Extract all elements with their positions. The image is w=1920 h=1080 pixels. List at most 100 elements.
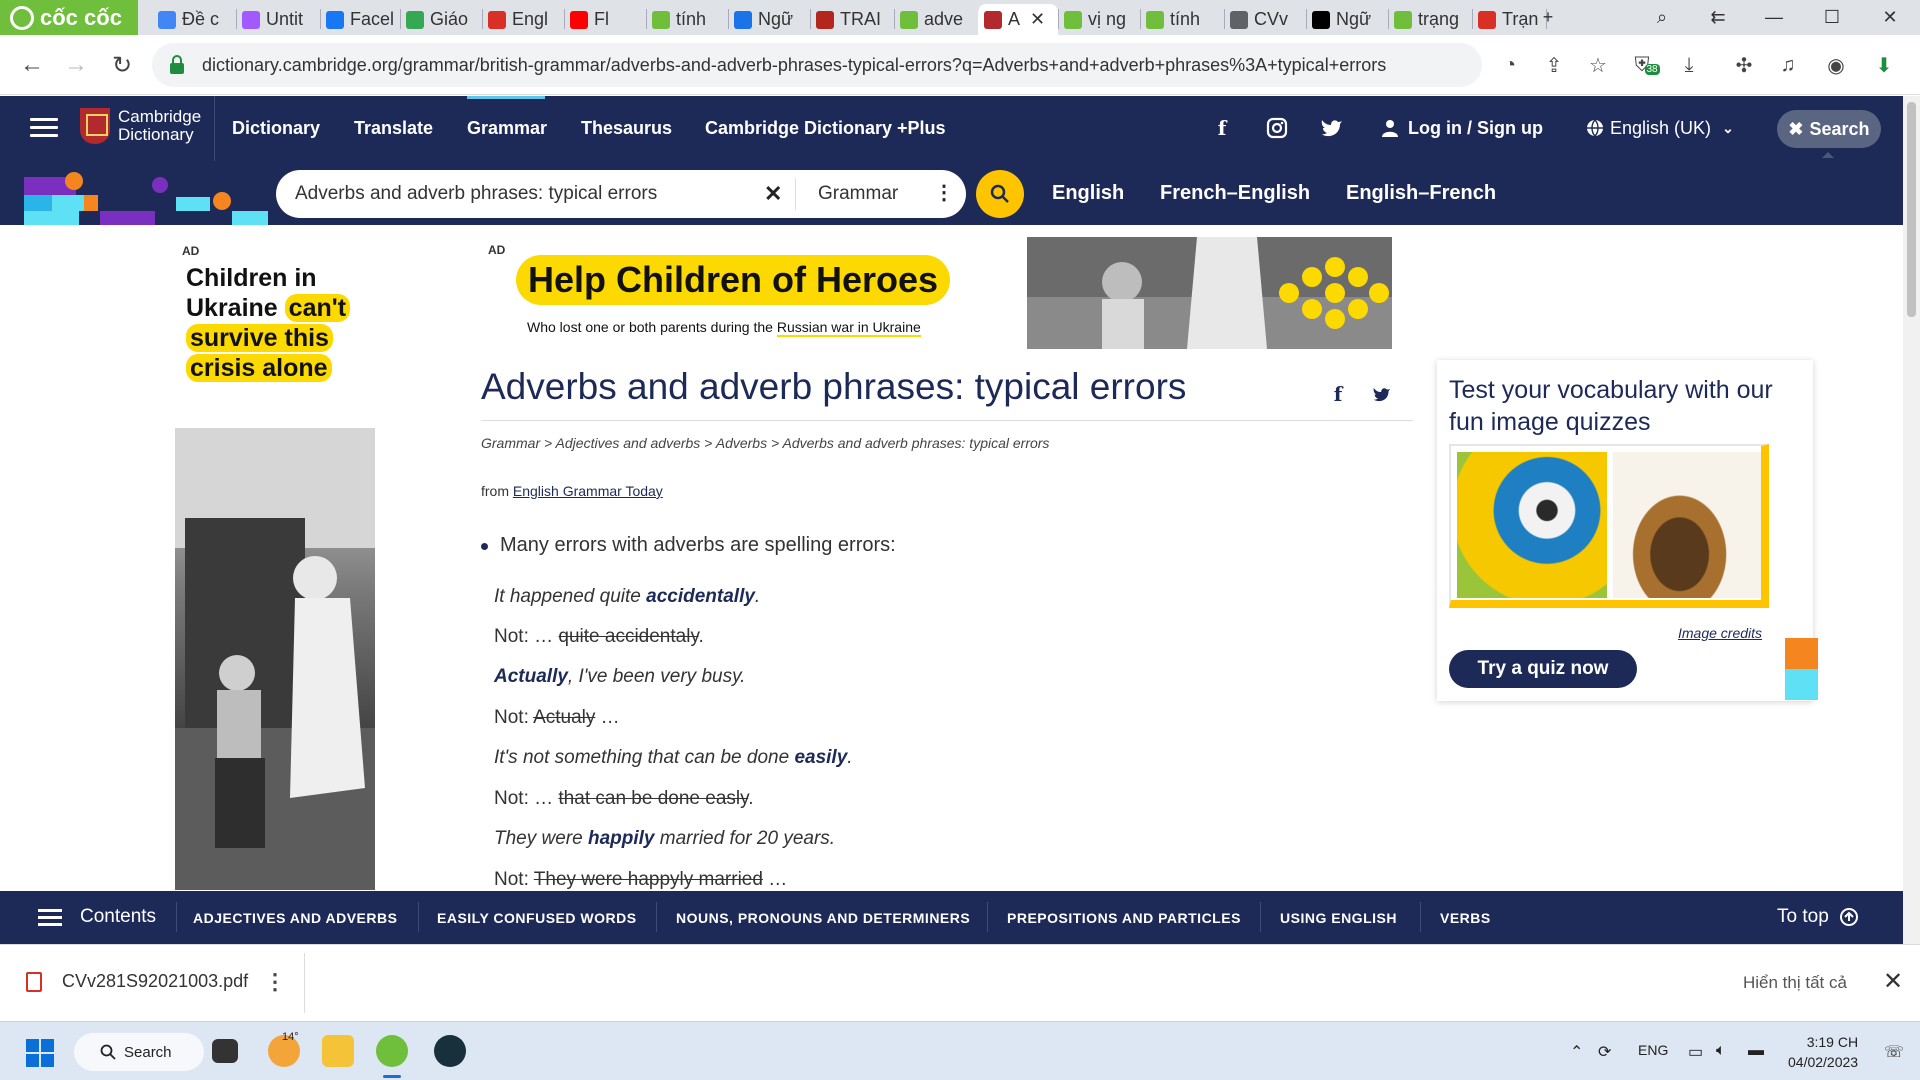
ad-left-headline[interactable]: Children in Ukraine can't survive this c… xyxy=(186,263,351,383)
chevron-down-icon[interactable]: ⌄ xyxy=(1716,116,1740,140)
file-explorer-icon[interactable] xyxy=(322,1035,354,1067)
facebook-icon[interactable]: f xyxy=(1210,116,1234,140)
coccoc-taskbar-icon[interactable] xyxy=(376,1035,408,1067)
share-facebook-icon[interactable]: f xyxy=(1326,382,1350,406)
to-top-button[interactable]: To top xyxy=(1777,906,1859,928)
forward-arrow-icon[interactable]: → xyxy=(60,49,92,81)
dict-link-english-french[interactable]: English–French xyxy=(1346,182,1496,205)
ad-left-photo[interactable] xyxy=(175,428,375,890)
task-view-icon[interactable] xyxy=(212,1039,238,1063)
browser-tab[interactable]: Ngữ xyxy=(1306,4,1388,35)
close-shelf-icon[interactable]: ✕ xyxy=(1883,967,1903,996)
media-queue-icon[interactable]: ♫ xyxy=(1774,51,1802,79)
downloads-icon[interactable]: ⬇ xyxy=(1870,51,1898,79)
extensions-puzzle-icon[interactable]: ✣ xyxy=(1730,51,1758,79)
browser-tab[interactable]: Ngữ xyxy=(728,4,810,35)
page-scrollbar[interactable] xyxy=(1903,96,1920,944)
instagram-icon[interactable] xyxy=(1265,116,1289,140)
nav-thesaurus[interactable]: Thesaurus xyxy=(581,118,672,139)
browser-tab[interactable]: adve xyxy=(894,4,978,35)
breadcrumb[interactable]: Grammar > Adjectives and adverbs > Adver… xyxy=(481,435,1049,451)
browser-tab[interactable]: vị ng xyxy=(1058,4,1140,35)
nav-dictionary-plus[interactable]: Cambridge Dictionary +Plus xyxy=(705,118,946,139)
image-credits-link[interactable]: Image credits xyxy=(1678,625,1762,641)
menu-hamburger-icon[interactable] xyxy=(30,118,58,138)
browser-tab[interactable]: CVv xyxy=(1224,4,1306,35)
share-icon[interactable]: ⇪ xyxy=(1540,51,1568,79)
dict-link-english[interactable]: English xyxy=(1052,182,1124,205)
dictionary-select[interactable]: Grammar xyxy=(818,183,898,205)
nav-translate[interactable]: Translate xyxy=(354,118,433,139)
nav-grammar[interactable]: Grammar xyxy=(467,118,547,139)
extension-shield-icon[interactable]: ⛨ 38 xyxy=(1628,51,1660,79)
back-arrow-icon[interactable]: ← xyxy=(16,49,48,81)
performance-icon[interactable]: ◔ xyxy=(1496,51,1524,79)
network-icon[interactable]: ▭ xyxy=(1688,1042,1703,1062)
ad-banner[interactable]: Help Children of Heroes Who lost one or … xyxy=(508,237,1392,349)
weather-widget-icon[interactable]: 14° xyxy=(268,1031,300,1067)
download-more-icon[interactable]: ⋮ xyxy=(264,969,286,995)
contents-link-nouns[interactable]: NOUNS, PRONOUNS AND DETERMINERS xyxy=(676,910,970,926)
dict-link-french-english[interactable]: French–English xyxy=(1160,182,1310,205)
search-input[interactable]: Adverbs and adverb phrases: typical erro… xyxy=(295,183,657,205)
browser-tab[interactable]: trạng xyxy=(1388,4,1472,35)
coccoc-menu-button[interactable]: cốc cốc xyxy=(0,0,138,35)
browser-tab[interactable]: Giáo xyxy=(400,4,482,35)
notifications-icon[interactable]: ☏ xyxy=(1884,1042,1904,1062)
contents-link-adjectives[interactable]: ADJECTIVES AND ADVERBS xyxy=(193,910,397,926)
close-window-button[interactable]: ✕ xyxy=(1868,0,1912,35)
twitter-icon[interactable] xyxy=(1320,116,1344,140)
tab-back-icon[interactable]: ⇇ xyxy=(1696,0,1740,35)
contents-link-prepositions[interactable]: PREPOSITIONS AND PARTICLES xyxy=(1007,910,1241,926)
clear-search-icon[interactable]: ✕ xyxy=(764,181,782,207)
cambridge-dictionary-logo[interactable]: Cambridge Dictionary xyxy=(80,108,201,144)
nav-dictionary[interactable]: Dictionary xyxy=(232,118,320,139)
quiz-image[interactable] xyxy=(1449,444,1769,608)
lock-icon[interactable] xyxy=(168,54,186,76)
more-options-icon[interactable]: ⋮ xyxy=(934,180,954,205)
windows-start-icon[interactable] xyxy=(26,1039,54,1067)
browser-tab[interactable]: TRAI xyxy=(810,4,894,35)
search-submit-button[interactable] xyxy=(976,170,1024,218)
browser-tab[interactable]: Untit xyxy=(236,4,320,35)
contents-link-using-english[interactable]: USING ENGLISH xyxy=(1280,910,1397,926)
sync-icon[interactable]: ⟳ xyxy=(1598,1042,1611,1062)
profile-icon[interactable]: ◉ xyxy=(1822,51,1850,79)
try-quiz-button[interactable]: Try a quiz now xyxy=(1449,650,1637,688)
search-toggle-button[interactable]: ✖ Search xyxy=(1777,110,1881,148)
download-item[interactable]: CVv281S92021003.pdf xyxy=(26,971,248,992)
show-all-downloads-link[interactable]: Hiển thị tất cả xyxy=(1743,973,1847,993)
input-language[interactable]: ENG xyxy=(1638,1042,1668,1058)
download-extension-icon[interactable]: ⤓ xyxy=(1675,51,1703,79)
battery-icon[interactable]: ▬ xyxy=(1748,1042,1764,1060)
maximize-button[interactable]: ☐ xyxy=(1810,0,1854,35)
browser-tab[interactable]: Engl xyxy=(482,4,564,35)
browser-tab[interactable]: A ✕ xyxy=(978,4,1058,35)
share-twitter-icon[interactable] xyxy=(1370,382,1394,406)
browser-tab[interactable]: Đề c xyxy=(152,4,236,35)
source-link[interactable]: English Grammar Today xyxy=(513,483,663,499)
tab-search-icon[interactable]: ⌕ xyxy=(1640,0,1684,35)
system-clock[interactable]: 3:19 CH 04/02/2023 xyxy=(1788,1032,1858,1072)
contents-link-verbs[interactable]: VERBS xyxy=(1440,910,1491,926)
language-selector[interactable]: English (UK) xyxy=(1610,118,1711,139)
new-tab-button[interactable]: + xyxy=(1526,0,1570,35)
address-bar[interactable]: dictionary.cambridge.org/grammar/british… xyxy=(152,43,1482,87)
browser-tab[interactable]: Facel xyxy=(320,4,400,35)
scrollbar-thumb[interactable] xyxy=(1907,102,1916,317)
volume-icon[interactable]: 🔈︎ xyxy=(1716,1042,1726,1060)
contents-button[interactable]: Contents xyxy=(38,906,156,928)
browser-tab[interactable]: tính xyxy=(1140,4,1224,35)
browser-tab[interactable]: Fl xyxy=(564,4,646,35)
login-signup-link[interactable]: Log in / Sign up xyxy=(1408,118,1543,139)
ad-left-line-4: crisis alone xyxy=(186,354,332,382)
minimize-button[interactable]: — xyxy=(1752,0,1796,35)
bookmark-star-icon[interactable]: ☆ xyxy=(1584,51,1612,79)
tray-chevron-icon[interactable]: ⌃ xyxy=(1570,1042,1583,1062)
browser-tab[interactable]: tính xyxy=(646,4,728,35)
taskbar-search[interactable]: Search xyxy=(74,1033,204,1071)
close-tab-icon[interactable]: ✕ xyxy=(1030,9,1045,30)
contents-link-confused-words[interactable]: EASILY CONFUSED WORDS xyxy=(437,910,637,926)
reload-icon[interactable]: ↻ xyxy=(106,49,138,81)
app-taskbar-icon[interactable] xyxy=(434,1035,466,1067)
